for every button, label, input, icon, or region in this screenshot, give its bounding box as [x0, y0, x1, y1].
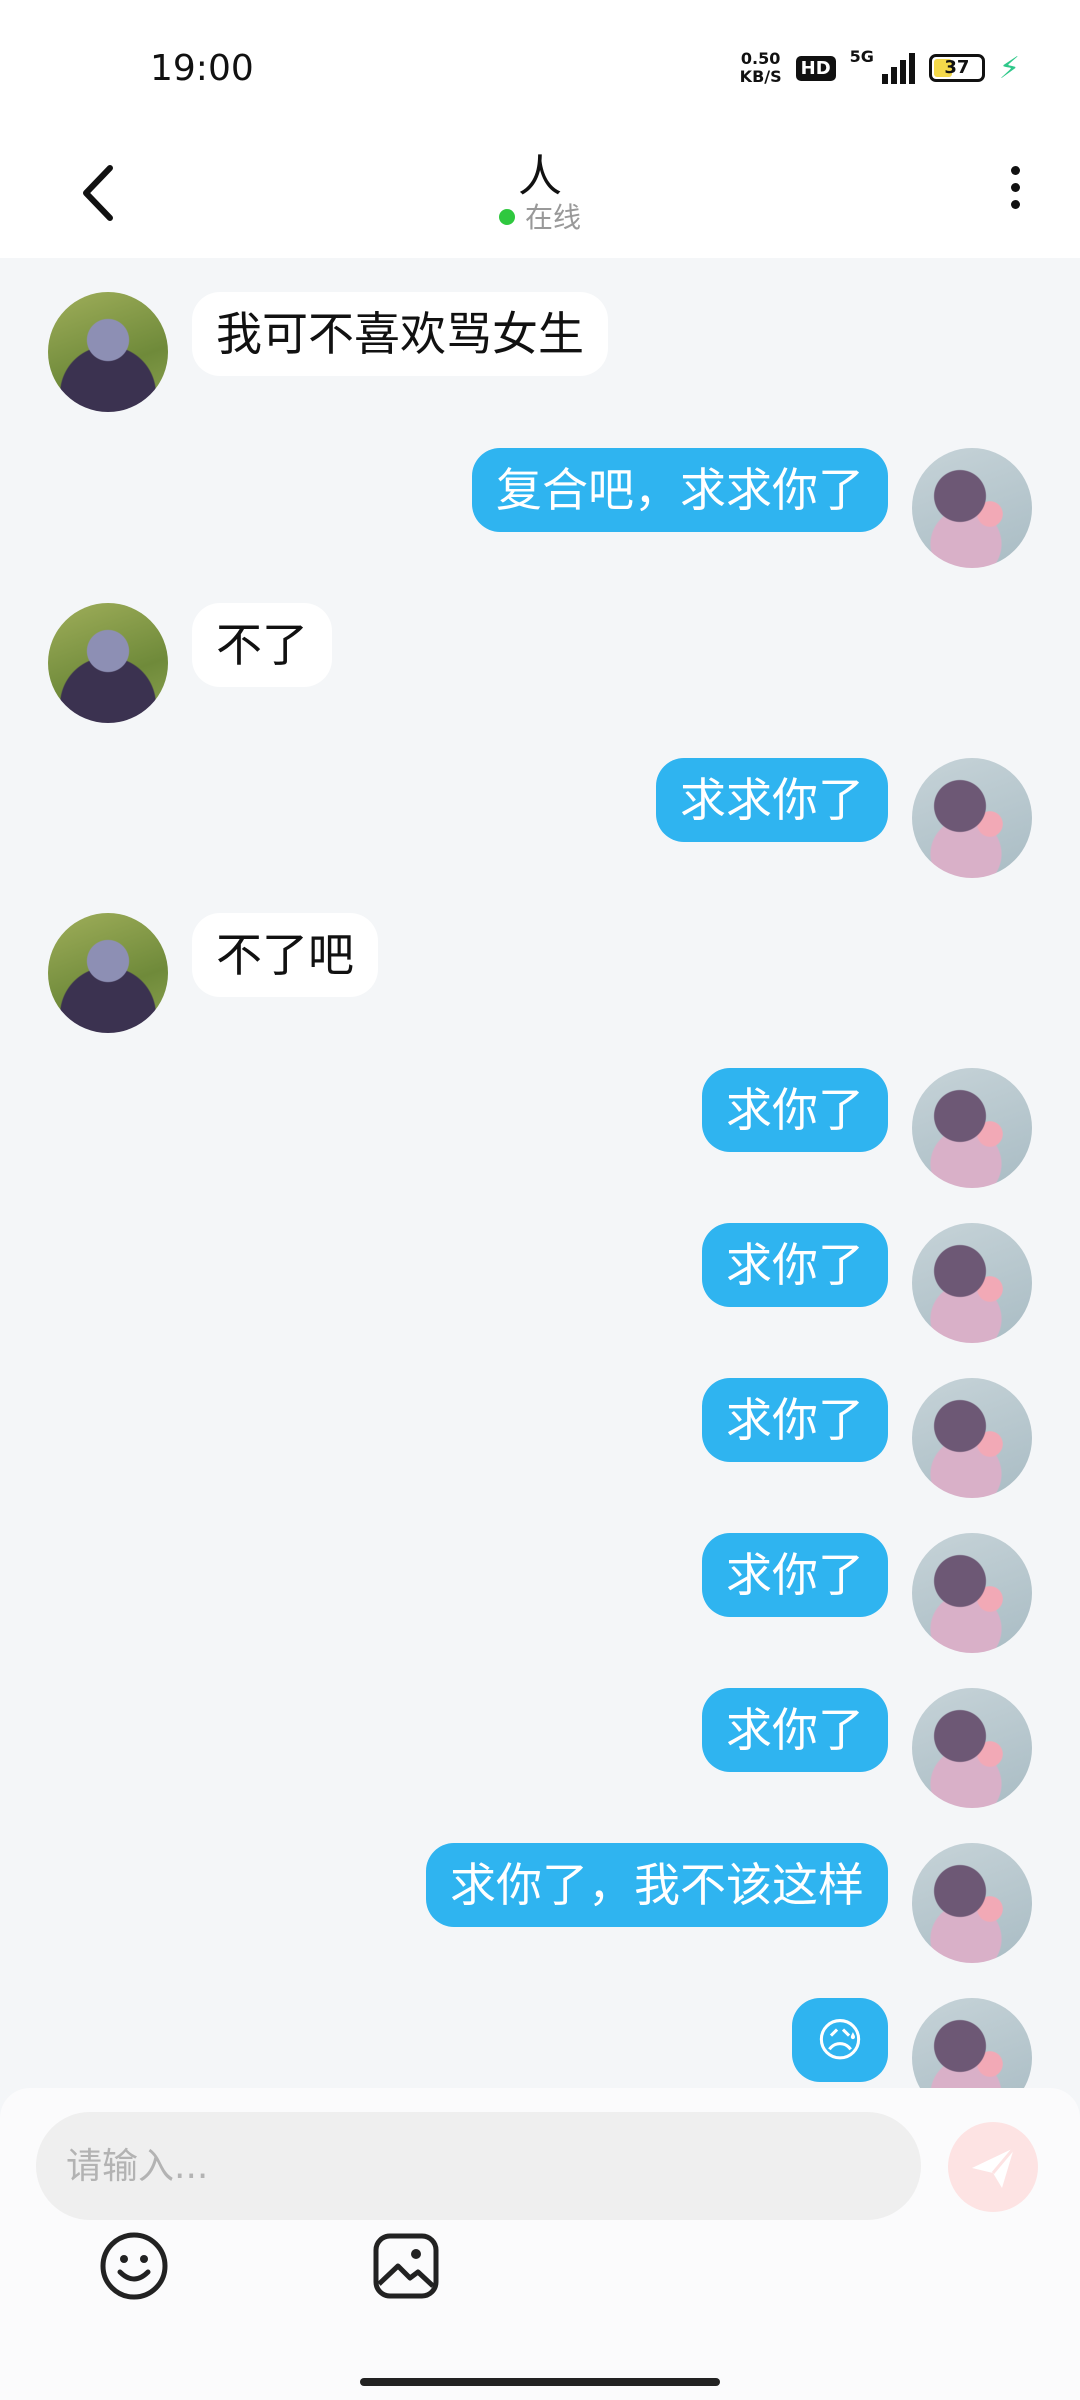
message-bubble[interactable]: 求你了 [702, 1533, 888, 1617]
my-avatar[interactable] [912, 448, 1032, 568]
my-avatar[interactable] [912, 1533, 1032, 1653]
message-outgoing: 😥 [0, 1998, 1080, 2088]
composer-bar [0, 2088, 1080, 2400]
message-incoming: 我可不喜欢骂女生 [0, 292, 1080, 412]
emoji-icon [100, 2232, 168, 2300]
message-bubble[interactable]: 求求你了 [656, 758, 888, 842]
my-avatar[interactable] [912, 1068, 1032, 1188]
message-incoming: 不了吧 [0, 913, 1080, 1033]
my-avatar[interactable] [912, 1378, 1032, 1498]
status-icons: 0.50 KB/S HD 5G 37 ⚡ [740, 46, 1020, 86]
message-outgoing: 求你了 [0, 1688, 1080, 1808]
message-bubble[interactable]: 😥 [792, 1998, 888, 2082]
message-bubble[interactable]: 求你了 [702, 1223, 888, 1307]
contact-avatar[interactable] [48, 603, 168, 723]
status-bar: 19:00 0.50 KB/S HD 5G 37 ⚡ [0, 0, 1080, 130]
battery-icon: 37 [928, 54, 985, 82]
message-bubble[interactable]: 我可不喜欢骂女生 [192, 292, 608, 376]
home-indicator[interactable] [360, 2378, 720, 2386]
contact-name: 人 [518, 151, 562, 202]
my-avatar[interactable] [912, 1688, 1032, 1808]
more-vertical-icon [990, 166, 1040, 209]
message-list[interactable]: 我可不喜欢骂女生 复合吧，求求你了 不了 求求你了 不了吧 求你了 求你了 求你… [0, 258, 1080, 2088]
net-speed-value: 0.50 [740, 49, 781, 68]
image-icon [373, 2233, 439, 2299]
online-status-label: 在线 [524, 201, 581, 234]
message-outgoing: 求你了，我不该这样 [0, 1843, 1080, 1963]
message-outgoing: 求求你了 [0, 758, 1080, 878]
online-dot-icon [498, 209, 515, 225]
message-bubble[interactable]: 求你了 [702, 1068, 888, 1152]
message-outgoing: 复合吧，求求你了 [0, 448, 1080, 568]
message-input[interactable] [36, 2112, 921, 2220]
message-outgoing: 求你了 [0, 1378, 1080, 1498]
send-icon [972, 2147, 1016, 2188]
message-outgoing: 求你了 [0, 1533, 1080, 1653]
message-outgoing: 求你了 [0, 1223, 1080, 1343]
emoji-button[interactable] [98, 2230, 170, 2302]
charging-icon: ⚡ [998, 50, 1020, 86]
my-avatar[interactable] [912, 1998, 1032, 2088]
my-avatar[interactable] [912, 1843, 1032, 1963]
contact-avatar[interactable] [48, 913, 168, 1033]
my-avatar[interactable] [912, 1223, 1032, 1343]
message-bubble[interactable]: 求你了 [702, 1378, 888, 1462]
net-speed-unit: KB/S [739, 67, 782, 86]
message-bubble[interactable]: 不了吧 [192, 913, 378, 997]
network-type: 5G [849, 46, 874, 66]
online-status: 在线 [0, 196, 1080, 236]
send-button[interactable] [948, 2122, 1038, 2212]
message-incoming: 不了 [0, 603, 1080, 723]
battery-level: 37 [944, 57, 970, 78]
status-time: 19:00 [150, 48, 254, 89]
message-outgoing: 求你了 [0, 1068, 1080, 1188]
more-options-button[interactable] [990, 158, 1040, 228]
image-button[interactable] [370, 2230, 442, 2302]
my-avatar[interactable] [912, 758, 1032, 878]
message-bubble[interactable]: 复合吧，求求你了 [472, 448, 888, 532]
chat-header: 人 在线 [0, 130, 1080, 258]
hd-icon: HD [795, 55, 836, 81]
contact-avatar[interactable] [48, 292, 168, 412]
message-bubble[interactable]: 不了 [192, 603, 332, 687]
message-bubble[interactable]: 求你了，我不该这样 [426, 1843, 888, 1927]
signal-icon [881, 52, 915, 84]
net-speed: 0.50 KB/S [740, 50, 782, 86]
message-bubble[interactable]: 求你了 [702, 1688, 888, 1772]
